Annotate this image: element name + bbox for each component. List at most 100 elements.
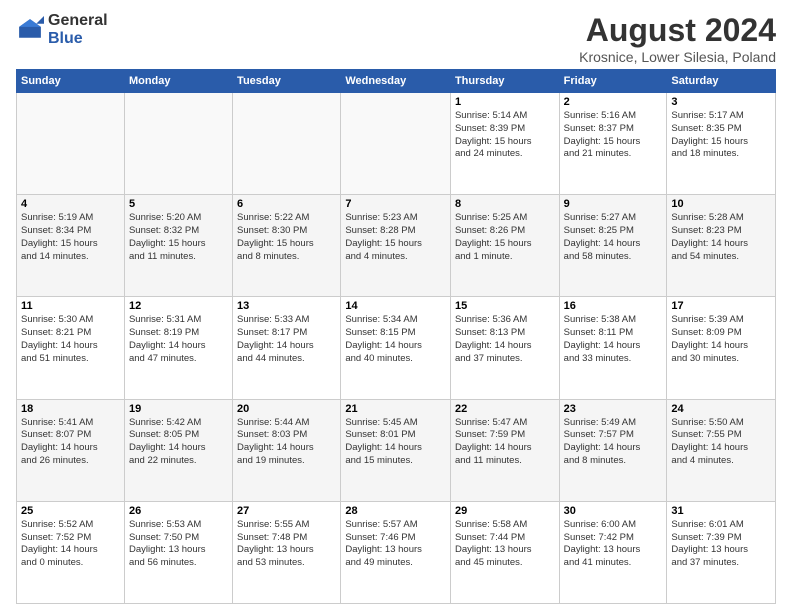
- page: General Blue August 2024 Krosnice, Lower…: [0, 0, 792, 612]
- col-tuesday: Tuesday: [233, 70, 341, 93]
- day-number: 23: [564, 403, 663, 415]
- calendar-week-row-3: 18 Sunrise: 5:41 AM Sunset: 8:07 PM Dayli…: [17, 399, 776, 501]
- day-info: Sunrise: 6:00 AM Sunset: 7:42 PM Dayligh…: [564, 519, 663, 570]
- calendar-cell: 6 Sunrise: 5:22 AM Sunset: 8:30 PM Daylig…: [233, 195, 341, 297]
- calendar-cell: 13Sunrise: 5:33 AM Sunset: 8:17 PM Dayli…: [233, 297, 341, 399]
- location-text: Krosnice, Lower Silesia, Poland: [579, 49, 776, 65]
- day-info: Sunrise: 5:36 AM Sunset: 8:13 PM Dayligh…: [455, 314, 555, 365]
- calendar-cell: 17Sunrise: 5:39 AM Sunset: 8:09 PM Dayli…: [667, 297, 776, 399]
- calendar-body: 1Sunrise: 5:14 AM Sunset: 8:39 PM Daylig…: [17, 93, 776, 604]
- day-info: Sunrise: 5:47 AM Sunset: 7:59 PM Dayligh…: [455, 417, 555, 468]
- day-number: 15: [455, 300, 555, 312]
- calendar-cell: 5 Sunrise: 5:20 AM Sunset: 8:32 PM Daylig…: [124, 195, 232, 297]
- day-info: Sunrise: 5:30 AM Sunset: 8:21 PM Dayligh…: [21, 314, 120, 365]
- calendar-cell: 28Sunrise: 5:57 AM Sunset: 7:46 PM Dayli…: [341, 501, 451, 603]
- calendar-cell: 4 Sunrise: 5:19 AM Sunset: 8:34 PM Daylig…: [17, 195, 125, 297]
- day-info: Sunrise: 5:34 AM Sunset: 8:15 PM Dayligh…: [345, 314, 446, 365]
- calendar-cell: 11Sunrise: 5:30 AM Sunset: 8:21 PM Dayli…: [17, 297, 125, 399]
- calendar-week-row-2: 11Sunrise: 5:30 AM Sunset: 8:21 PM Dayli…: [17, 297, 776, 399]
- calendar-week-row-1: 4 Sunrise: 5:19 AM Sunset: 8:34 PM Daylig…: [17, 195, 776, 297]
- day-number: 21: [345, 403, 446, 415]
- day-number: 9: [564, 198, 663, 210]
- calendar-cell: 15 Sunrise: 5:36 AM Sunset: 8:13 PM Dayli…: [450, 297, 559, 399]
- col-sunday: Sunday: [17, 70, 125, 93]
- day-number: 24: [671, 403, 771, 415]
- day-info: Sunrise: 5:28 AM Sunset: 8:23 PM Dayligh…: [671, 212, 771, 263]
- day-number: 31: [671, 505, 771, 517]
- day-info: Sunrise: 5:39 AM Sunset: 8:09 PM Dayligh…: [671, 314, 771, 365]
- day-info: Sunrise: 5:53 AM Sunset: 7:50 PM Dayligh…: [129, 519, 228, 570]
- calendar-week-row-0: 1Sunrise: 5:14 AM Sunset: 8:39 PM Daylig…: [17, 93, 776, 195]
- day-info: Sunrise: 5:22 AM Sunset: 8:30 PM Dayligh…: [237, 212, 336, 263]
- calendar-week-row-4: 25Sunrise: 5:52 AM Sunset: 7:52 PM Dayli…: [17, 501, 776, 603]
- calendar-cell: 20 Sunrise: 5:44 AM Sunset: 8:03 PM Dayli…: [233, 399, 341, 501]
- day-number: 12: [129, 300, 228, 312]
- col-saturday: Saturday: [667, 70, 776, 93]
- day-number: 29: [455, 505, 555, 517]
- day-number: 1: [455, 96, 555, 108]
- day-number: 26: [129, 505, 228, 517]
- calendar-cell: 18 Sunrise: 5:41 AM Sunset: 8:07 PM Dayli…: [17, 399, 125, 501]
- calendar-cell: 12 Sunrise: 5:31 AM Sunset: 8:19 PM Dayli…: [124, 297, 232, 399]
- calendar-cell: 16Sunrise: 5:38 AM Sunset: 8:11 PM Dayli…: [559, 297, 667, 399]
- day-info: Sunrise: 5:42 AM Sunset: 8:05 PM Dayligh…: [129, 417, 228, 468]
- day-number: 18: [21, 403, 120, 415]
- title-block: August 2024 Krosnice, Lower Silesia, Pol…: [579, 12, 776, 65]
- day-info: Sunrise: 5:25 AM Sunset: 8:26 PM Dayligh…: [455, 212, 555, 263]
- day-number: 6: [237, 198, 336, 210]
- day-info: Sunrise: 5:50 AM Sunset: 7:55 PM Dayligh…: [671, 417, 771, 468]
- day-info: Sunrise: 5:16 AM Sunset: 8:37 PM Dayligh…: [564, 110, 663, 161]
- day-info: Sunrise: 5:58 AM Sunset: 7:44 PM Dayligh…: [455, 519, 555, 570]
- calendar-cell: 3 Sunrise: 5:17 AM Sunset: 8:35 PM Daylig…: [667, 93, 776, 195]
- day-info: Sunrise: 5:31 AM Sunset: 8:19 PM Dayligh…: [129, 314, 228, 365]
- calendar-cell: 14 Sunrise: 5:34 AM Sunset: 8:15 PM Dayli…: [341, 297, 451, 399]
- col-monday: Monday: [124, 70, 232, 93]
- calendar-cell: 1Sunrise: 5:14 AM Sunset: 8:39 PM Daylig…: [450, 93, 559, 195]
- month-year-title: August 2024: [579, 12, 776, 49]
- day-number: 20: [237, 403, 336, 415]
- logo-text: General Blue: [48, 12, 108, 47]
- day-number: 13: [237, 300, 336, 312]
- calendar-table: Sunday Monday Tuesday Wednesday Thursday…: [16, 69, 776, 604]
- day-number: 25: [21, 505, 120, 517]
- day-info: Sunrise: 5:41 AM Sunset: 8:07 PM Dayligh…: [21, 417, 120, 468]
- calendar-header-row: Sunday Monday Tuesday Wednesday Thursday…: [17, 70, 776, 93]
- day-info: Sunrise: 5:45 AM Sunset: 8:01 PM Dayligh…: [345, 417, 446, 468]
- day-number: 14: [345, 300, 446, 312]
- day-info: Sunrise: 5:17 AM Sunset: 8:35 PM Dayligh…: [671, 110, 771, 161]
- col-wednesday: Wednesday: [341, 70, 451, 93]
- calendar-cell: 29 Sunrise: 5:58 AM Sunset: 7:44 PM Dayli…: [450, 501, 559, 603]
- day-number: 19: [129, 403, 228, 415]
- calendar-cell: 27 Sunrise: 5:55 AM Sunset: 7:48 PM Dayli…: [233, 501, 341, 603]
- calendar-cell: 21 Sunrise: 5:45 AM Sunset: 8:01 PM Dayli…: [341, 399, 451, 501]
- day-number: 27: [237, 505, 336, 517]
- day-info: Sunrise: 5:49 AM Sunset: 7:57 PM Dayligh…: [564, 417, 663, 468]
- day-info: Sunrise: 5:55 AM Sunset: 7:48 PM Dayligh…: [237, 519, 336, 570]
- day-number: 7: [345, 198, 446, 210]
- day-info: Sunrise: 5:44 AM Sunset: 8:03 PM Dayligh…: [237, 417, 336, 468]
- day-number: 28: [345, 505, 446, 517]
- logo-blue-text: Blue: [48, 30, 108, 48]
- day-number: 22: [455, 403, 555, 415]
- header: General Blue August 2024 Krosnice, Lower…: [16, 12, 776, 65]
- calendar-cell: 26 Sunrise: 5:53 AM Sunset: 7:50 PM Dayli…: [124, 501, 232, 603]
- calendar-cell: [233, 93, 341, 195]
- day-number: 3: [671, 96, 771, 108]
- col-thursday: Thursday: [450, 70, 559, 93]
- logo-icon: [16, 16, 44, 44]
- day-number: 4: [21, 198, 120, 210]
- day-info: Sunrise: 5:38 AM Sunset: 8:11 PM Dayligh…: [564, 314, 663, 365]
- day-number: 10: [671, 198, 771, 210]
- day-info: Sunrise: 5:20 AM Sunset: 8:32 PM Dayligh…: [129, 212, 228, 263]
- calendar-cell: 9Sunrise: 5:27 AM Sunset: 8:25 PM Daylig…: [559, 195, 667, 297]
- day-number: 2: [564, 96, 663, 108]
- calendar-cell: [17, 93, 125, 195]
- calendar-cell: 8 Sunrise: 5:25 AM Sunset: 8:26 PM Daylig…: [450, 195, 559, 297]
- calendar-cell: 31 Sunrise: 6:01 AM Sunset: 7:39 PM Dayli…: [667, 501, 776, 603]
- day-number: 8: [455, 198, 555, 210]
- day-info: Sunrise: 5:23 AM Sunset: 8:28 PM Dayligh…: [345, 212, 446, 263]
- day-info: Sunrise: 6:01 AM Sunset: 7:39 PM Dayligh…: [671, 519, 771, 570]
- logo-general-text: General: [48, 12, 108, 30]
- day-info: Sunrise: 5:19 AM Sunset: 8:34 PM Dayligh…: [21, 212, 120, 263]
- day-number: 5: [129, 198, 228, 210]
